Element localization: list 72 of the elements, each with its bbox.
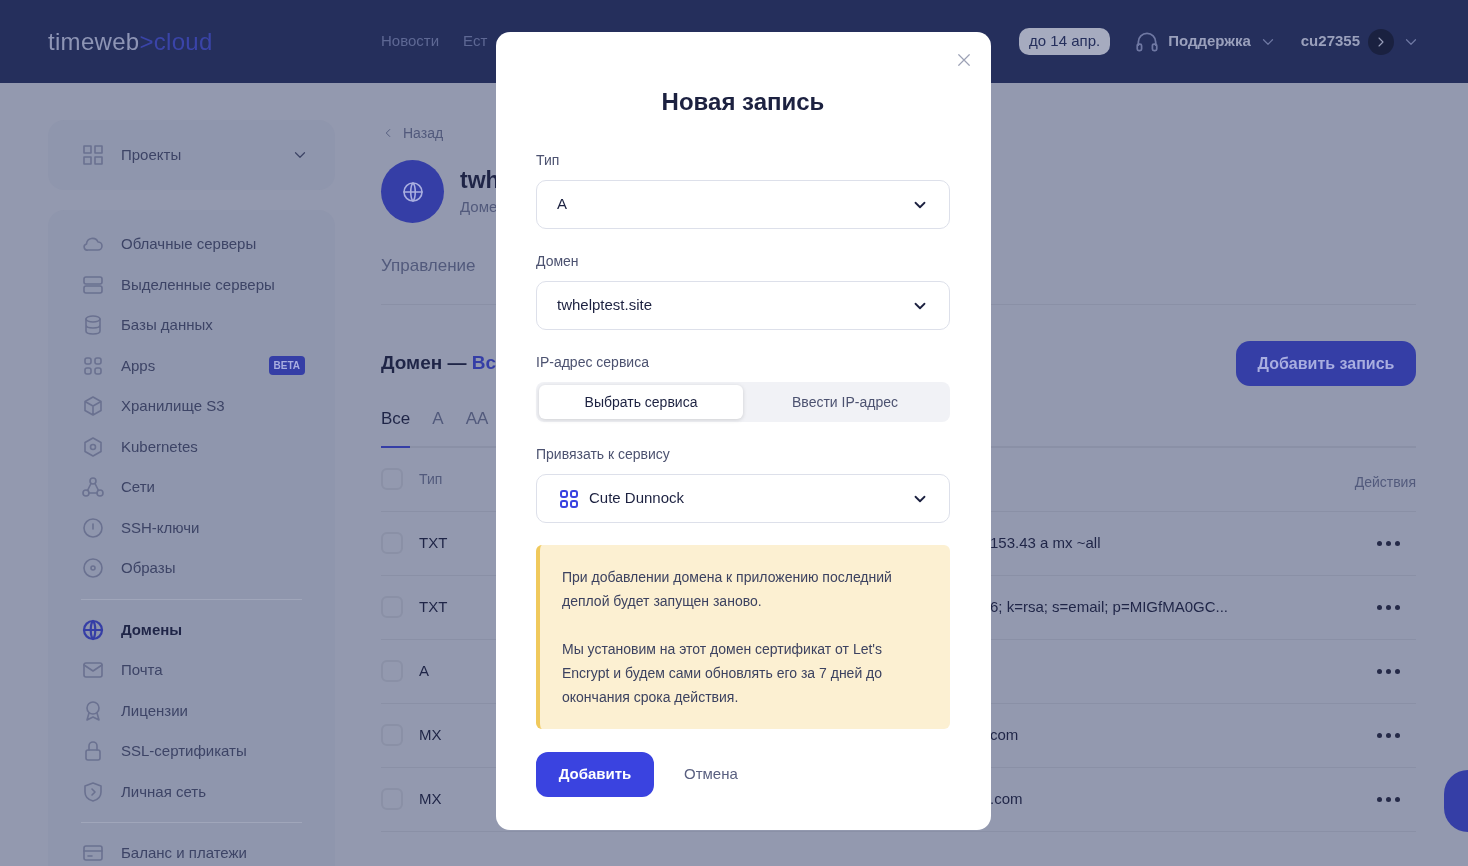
chat-button[interactable] bbox=[1444, 770, 1468, 832]
more-actions-icon[interactable] bbox=[1377, 668, 1400, 674]
filter-tab[interactable]: A bbox=[432, 406, 444, 448]
more-actions-icon[interactable] bbox=[1377, 732, 1400, 738]
table-cell: 6; k=rsa; s=email; p=MIGfMA0GC... bbox=[990, 597, 1228, 615]
table-cell: MX bbox=[419, 725, 442, 743]
add-record-button[interactable]: Добавить запись bbox=[1236, 341, 1416, 386]
segment-option[interactable]: Выбрать сервиса bbox=[539, 385, 743, 419]
select-field[interactable]: A bbox=[536, 180, 950, 229]
globe-icon bbox=[400, 179, 425, 204]
shield-icon bbox=[81, 779, 105, 804]
support-menu[interactable]: Поддержка bbox=[1168, 30, 1251, 53]
table-cell: TXT bbox=[419, 597, 448, 615]
trial-badge: до 14 апр. bbox=[1019, 28, 1111, 55]
filter-tab[interactable]: AA bbox=[465, 406, 489, 448]
disc-icon bbox=[81, 556, 105, 581]
field-label: IP-адрес сервиса bbox=[536, 353, 650, 372]
sidebar-item[interactable]: Kubernetes bbox=[121, 435, 198, 458]
column-header: Тип bbox=[419, 469, 444, 489]
grid-icon bbox=[81, 143, 105, 167]
nav-link[interactable]: Ест bbox=[463, 30, 488, 53]
sidebar-item[interactable]: SSL-сертификаты bbox=[121, 740, 247, 763]
table-cell: TXT bbox=[419, 533, 448, 551]
sidebar-item[interactable]: Базы данных bbox=[121, 314, 213, 337]
more-actions-icon[interactable] bbox=[1377, 540, 1400, 546]
nav-link[interactable]: Новости bbox=[381, 30, 440, 53]
column-header: Действия bbox=[1354, 472, 1416, 492]
table-cell: .com bbox=[990, 789, 1023, 807]
projects-selector[interactable]: Проекты bbox=[48, 120, 335, 190]
sidebar-item[interactable]: Домены bbox=[121, 618, 183, 641]
network-icon bbox=[81, 475, 105, 500]
sidebar-item[interactable]: Почта bbox=[121, 659, 163, 682]
more-actions-icon[interactable] bbox=[1377, 604, 1400, 610]
field-label: Привязать к сервису bbox=[536, 445, 671, 464]
sidebar-item[interactable]: Apps bbox=[121, 354, 156, 377]
sidebar-item[interactable]: Образы bbox=[121, 557, 176, 580]
cancel-button[interactable]: Отмена bbox=[678, 762, 744, 787]
hexagon-icon bbox=[81, 434, 105, 459]
sidebar-item[interactable]: Выделенные серверы bbox=[121, 273, 275, 296]
cube-icon bbox=[81, 394, 105, 419]
sidebar-item[interactable]: Облачные серверы bbox=[121, 233, 257, 256]
globe-icon bbox=[81, 617, 105, 642]
field-label: Тип bbox=[536, 151, 561, 170]
beta-badge: BETA bbox=[268, 356, 305, 376]
more-actions-icon[interactable] bbox=[1377, 796, 1400, 802]
logo: timeweb>cloud bbox=[48, 26, 214, 57]
modal-title: Новая запись bbox=[660, 87, 826, 117]
field-label: Домен bbox=[536, 252, 580, 271]
next-button[interactable] bbox=[1368, 28, 1394, 55]
sidebar-item[interactable]: Хранилище S3 bbox=[121, 395, 225, 418]
table-cell: MX bbox=[419, 789, 442, 807]
sidebar-item[interactable]: Личная сеть bbox=[121, 780, 206, 803]
domain-subtitle: Доме bbox=[460, 197, 499, 218]
account-name[interactable]: cu27355 bbox=[1300, 30, 1360, 53]
notice-text: Мы установим на этот домен сертификат от Let's Encrypt и будем сами обновлять его за 7 дней до окончания срока действия. bbox=[562, 640, 884, 707]
section-title: Домен — Вс bbox=[381, 351, 497, 376]
table-cell: A bbox=[419, 661, 429, 679]
segment-option[interactable]: Ввести IP-адрес bbox=[743, 385, 947, 419]
sidebar-item[interactable]: Баланс и платежи bbox=[121, 842, 247, 865]
key-icon bbox=[81, 515, 105, 540]
table-cell: 153.43 a mx ~all bbox=[990, 533, 1101, 551]
notice-text: При добавлении домена к приложению последний деплой будет запущен заново. bbox=[562, 568, 893, 611]
back-link[interactable]: Назад bbox=[403, 122, 444, 144]
submit-button[interactable]: Добавить bbox=[536, 752, 654, 797]
select-field[interactable]: Cute Dunnock bbox=[536, 474, 950, 523]
sidebar-item[interactable]: SSH-ключи bbox=[121, 516, 200, 539]
tab[interactable]: Управление bbox=[381, 253, 476, 304]
table-cell: com bbox=[990, 725, 1019, 743]
filter-tab[interactable]: Все bbox=[381, 406, 411, 448]
sidebar-item[interactable]: Сети bbox=[121, 476, 155, 499]
select-field[interactable]: twhelptest.site bbox=[536, 281, 950, 330]
sidebar-item[interactable]: Лицензии bbox=[121, 699, 188, 722]
